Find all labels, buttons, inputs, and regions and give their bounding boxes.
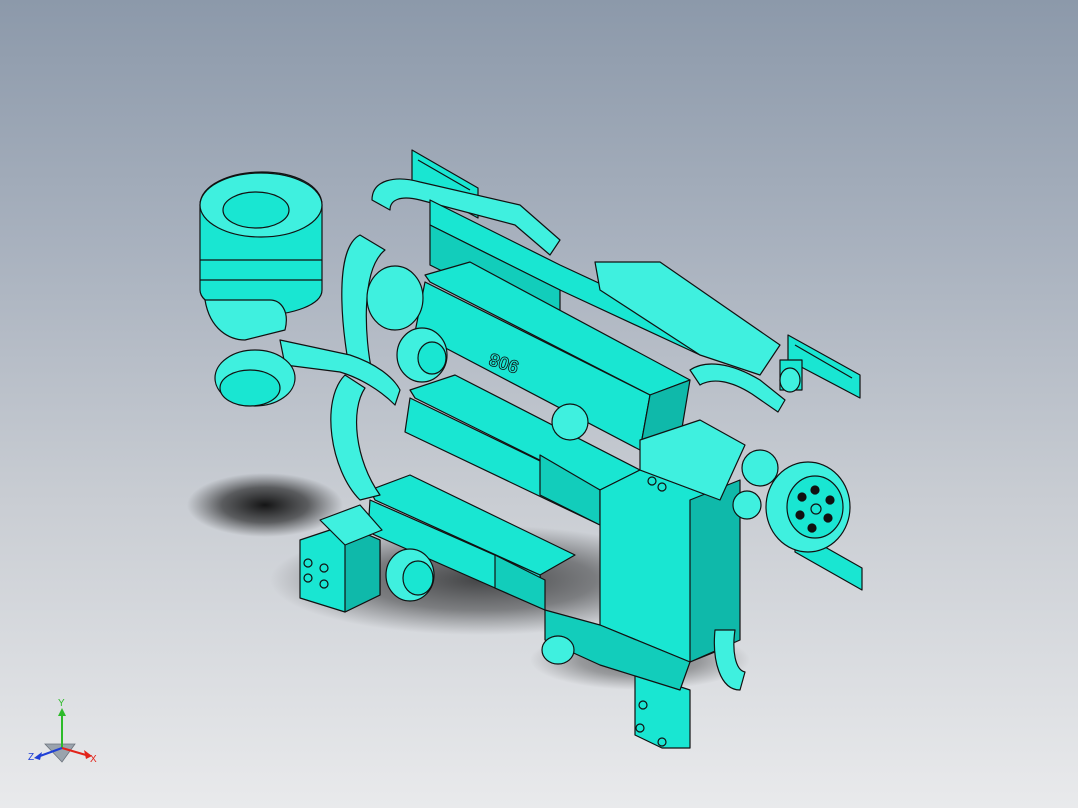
z-axis-arrow: [34, 752, 42, 760]
graphics-viewport[interactable]: 908 Y X Z: [0, 0, 1078, 808]
crankshaft-pulley[interactable]: [765, 461, 851, 553]
front-gear-housing[interactable]: [599, 419, 746, 663]
engine-3d-model[interactable]: 908: [0, 0, 1078, 808]
air-filter[interactable]: [199, 171, 323, 407]
y-axis-arrow: [58, 708, 66, 716]
orientation-triad[interactable]: Y X Z: [20, 692, 120, 782]
x-axis-label: X: [90, 754, 97, 765]
alternator-pulley[interactable]: [385, 548, 435, 602]
z-axis-label: Z: [28, 752, 34, 763]
y-axis-label: Y: [58, 698, 65, 709]
intake-crossover-pipe[interactable]: [279, 339, 401, 501]
